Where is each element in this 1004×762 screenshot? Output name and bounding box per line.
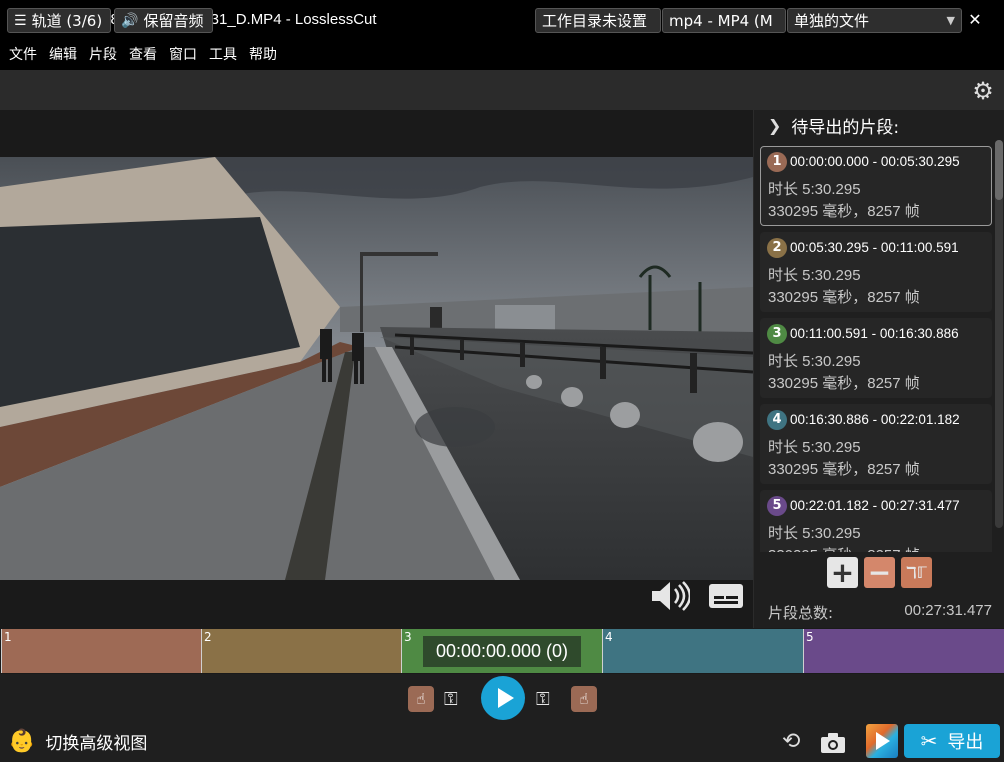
export-button[interactable]: ✂ 导出	[904, 724, 1000, 758]
workdir-button[interactable]: 工作目录未设置	[535, 8, 661, 33]
timeline-segment[interactable]: 1	[1, 629, 201, 673]
segment-range: 00:22:01.182 - 00:27:31.477	[790, 498, 960, 513]
segments-panel: ❯ 待导出的片段: 1 00:00:00.000 - 00:05:30.295 …	[753, 110, 1004, 628]
list-icon: ☰	[14, 12, 27, 29]
play-button[interactable]	[481, 676, 525, 720]
video-scene	[0, 157, 753, 580]
subtitles-icon[interactable]	[708, 582, 744, 610]
menu-view[interactable]: 查看	[123, 44, 163, 64]
segment-range: 00:00:00.000 - 00:05:30.295	[790, 154, 960, 169]
segment-number-badge: 4	[767, 410, 787, 430]
losslesscut-logo-icon[interactable]	[866, 724, 898, 758]
video-frame[interactable]	[0, 157, 753, 580]
menu-tools[interactable]: 工具	[203, 44, 243, 64]
segment-frames: 330295 毫秒，8257 帧	[768, 544, 920, 552]
timeline-segment-label: 1	[4, 630, 12, 644]
menu-bar: 文件 编辑 片段 查看 窗口 工具 帮助	[0, 38, 1004, 70]
segment-list-scrollbar[interactable]	[995, 140, 1003, 528]
chevron-down-icon: ▼	[946, 14, 955, 27]
keep-audio-button[interactable]: 🔊 保留音频	[114, 8, 213, 33]
split-segment-button[interactable]: ℸℾ	[901, 557, 932, 588]
output-mode-select[interactable]: 单独的文件 ▼	[787, 8, 962, 33]
segment-number-badge: 3	[767, 324, 787, 344]
segment-item[interactable]: 4 00:16:30.886 - 00:22:01.182 时长 5:30.29…	[760, 404, 992, 484]
timeline-segment-label: 4	[605, 630, 613, 644]
toggle-advanced-view[interactable]: 👶 切换高级视图	[8, 729, 147, 754]
jump-end-key-icon[interactable]: ⚿	[536, 689, 550, 710]
set-start-hand-icon[interactable]: ☝	[408, 686, 434, 712]
menu-help[interactable]: 帮助	[243, 44, 283, 64]
tracks-label: 轨道 (3/6)	[31, 12, 103, 30]
segment-duration: 时长 5:30.295	[768, 267, 861, 284]
workdir-label: 工作目录未设置	[542, 12, 648, 30]
remove-segment-button[interactable]: −	[864, 557, 895, 588]
format-value: mp4 - MP4 (M	[669, 11, 773, 30]
segment-list: 1 00:00:00.000 - 00:05:30.295 时长 5:30.29…	[760, 146, 994, 552]
timeline-segment[interactable]: 2	[201, 629, 401, 673]
segment-number-badge: 1	[767, 152, 787, 172]
segment-number-badge: 2	[767, 238, 787, 258]
segment-item[interactable]: 3 00:11:00.591 - 00:16:30.886 时长 5:30.29…	[760, 318, 992, 398]
segments-panel-title: 待导出的片段:	[791, 118, 900, 138]
segment-item[interactable]: 2 00:05:30.295 - 00:11:00.591 时长 5:30.29…	[760, 232, 992, 312]
segment-frames: 330295 毫秒，8257 帧	[768, 289, 920, 306]
jump-start-key-icon[interactable]: ⚿	[444, 689, 458, 710]
menu-file[interactable]: 文件	[3, 44, 43, 64]
segment-range: 00:16:30.886 - 00:22:01.182	[790, 412, 960, 427]
top-toolbar	[0, 70, 1004, 110]
current-time-display[interactable]: 00:00:00.000 (0)	[423, 636, 581, 667]
menu-edit[interactable]: 编辑	[43, 44, 83, 64]
segment-frames: 330295 毫秒，8257 帧	[768, 375, 920, 392]
segment-duration: 时长 5:30.295	[768, 353, 861, 370]
format-select[interactable]: mp4 - MP4 (M	[662, 8, 786, 33]
timeline-segment-label: 5	[806, 630, 814, 644]
scrollbar-thumb[interactable]	[995, 140, 1003, 200]
timeline-segment-label: 3	[404, 630, 412, 644]
segment-range: 00:11:00.591 - 00:16:30.886	[790, 326, 959, 341]
chevron-right-icon: ❯	[768, 116, 782, 135]
video-area	[0, 110, 753, 628]
add-segment-button[interactable]: +	[827, 557, 858, 588]
menu-window[interactable]: 窗口	[163, 44, 203, 64]
menu-segments[interactable]: 片段	[83, 44, 123, 64]
segment-duration: 时长 5:30.295	[768, 525, 861, 542]
segment-number-badge: 5	[767, 496, 787, 516]
timeline-segment[interactable]: 5	[803, 629, 1004, 673]
segment-range: 00:05:30.295 - 00:11:00.591	[790, 240, 959, 255]
segment-actions: + − ℸℾ	[827, 557, 932, 588]
baby-icon: 👶	[8, 729, 36, 754]
volume-icon: 🔊	[121, 12, 139, 29]
segment-duration: 时长 5:30.295	[768, 439, 861, 456]
timeline-segment[interactable]: 4	[602, 629, 803, 673]
timeline-segment-label: 2	[204, 630, 212, 644]
volume-icon[interactable]	[650, 580, 690, 612]
scissors-icon: ✂	[920, 729, 938, 753]
segment-duration: 时长 5:30.295	[768, 181, 861, 198]
camera-icon[interactable]	[820, 731, 846, 755]
set-end-hand-icon[interactable]: ☝	[571, 686, 597, 712]
segment-item[interactable]: 1 00:00:00.000 - 00:05:30.295 时长 5:30.29…	[760, 146, 992, 226]
segments-panel-header[interactable]: ❯ 待导出的片段:	[768, 113, 899, 138]
rotate-icon[interactable]: ⟲	[782, 729, 808, 755]
gear-icon[interactable]: ⚙	[970, 78, 996, 104]
output-mode-value: 单独的文件	[794, 12, 870, 30]
segment-item[interactable]: 5 00:22:01.182 - 00:27:31.477 时长 5:30.29…	[760, 490, 992, 552]
tracks-button[interactable]: ☰ 轨道 (3/6)	[7, 8, 111, 33]
segments-total-label: 片段总数:	[768, 604, 834, 622]
segment-frames: 330295 毫秒，8257 帧	[768, 203, 920, 220]
export-label: 导出	[947, 732, 984, 753]
keep-audio-label: 保留音频	[143, 12, 204, 30]
segment-frames: 330295 毫秒，8257 帧	[768, 461, 920, 478]
advanced-view-label: 切换高级视图	[45, 734, 148, 754]
segments-total-value: 00:27:31.477	[904, 602, 992, 619]
